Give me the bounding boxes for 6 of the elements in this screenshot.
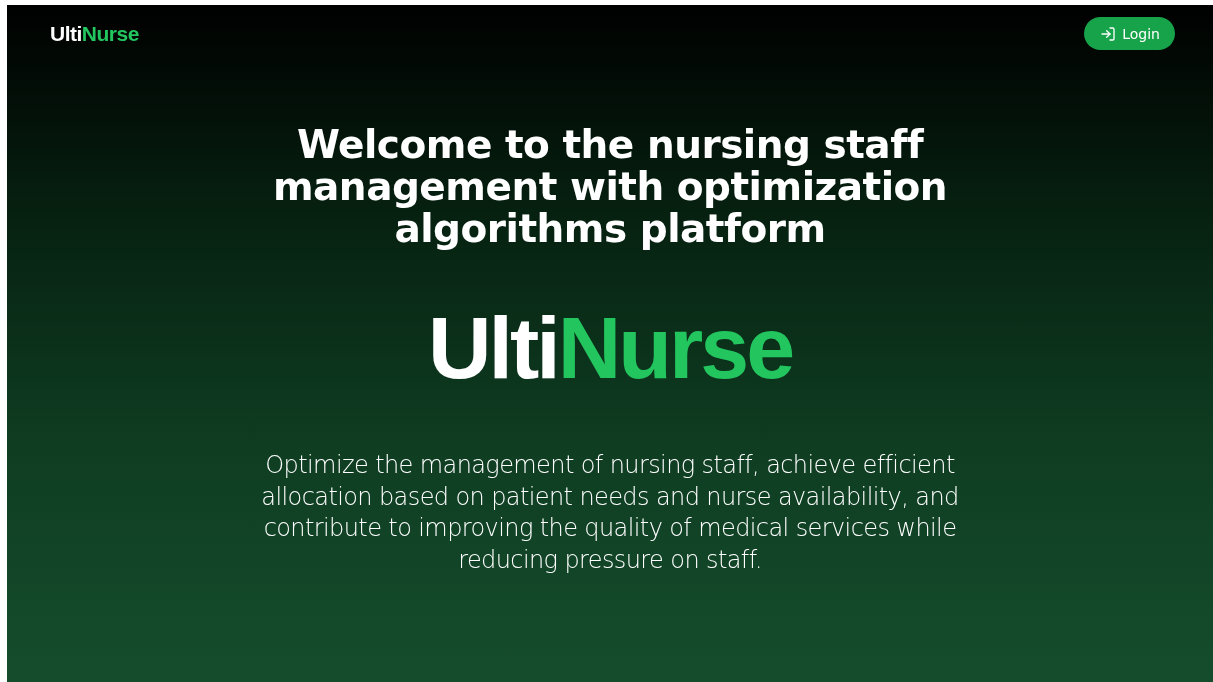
- login-icon: [1100, 25, 1117, 42]
- login-button[interactable]: Login: [1084, 17, 1175, 50]
- brand-logo: UltiNurse: [50, 23, 139, 44]
- hero-title: Welcome to the nursing staff management with optimization algorithms platform: [271, 124, 949, 250]
- hero-description: Optimize the management of nursing staff, achieve efficient allocation based on patient needs and nurse availability, and contribute to improving the quality of medical services while reducing pressure on staff.: [260, 450, 960, 576]
- hero-logo: UltiNurse: [427, 304, 793, 392]
